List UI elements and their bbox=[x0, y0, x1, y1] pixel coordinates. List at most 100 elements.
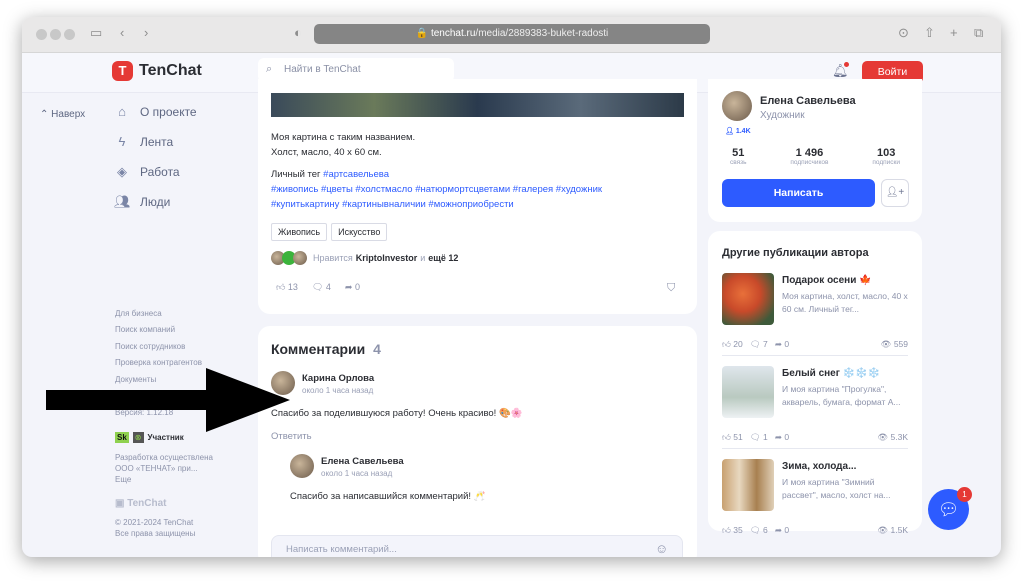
address-bar[interactable]: 🔒 tenchat.ru/media/2889383-buket-radosti bbox=[314, 24, 710, 44]
share-arrow-icon: ➦ bbox=[774, 432, 782, 442]
nav-label: Люди bbox=[140, 195, 171, 209]
forward-icon[interactable]: › bbox=[144, 25, 148, 40]
new-tab-icon[interactable]: + bbox=[950, 25, 958, 40]
eye-icon: 👁︎ bbox=[877, 432, 889, 442]
post-chips: Живопись Искусство bbox=[271, 222, 391, 241]
other-publications-card: Другие публикации автора Подарок осени 🍁… bbox=[708, 231, 922, 535]
pub-likes: 51 bbox=[733, 432, 743, 442]
sidebar-item-feed[interactable]: ϟ Лента bbox=[114, 134, 174, 149]
thumbs-up-icon: 👍︎ bbox=[722, 525, 731, 535]
chip-art[interactable]: Искусство bbox=[331, 223, 388, 241]
thumbs-up-icon: 👍︎ bbox=[722, 339, 731, 349]
briefcase-icon: ◈ bbox=[117, 164, 127, 179]
likes-summary[interactable]: Нравится KriptoInvestor и ещё 12 bbox=[271, 251, 458, 265]
share-arrow-icon: ➦ bbox=[774, 339, 782, 349]
skolkovo-emblem-icon: ⊗ bbox=[132, 432, 144, 443]
publication-desc: Моя картина, холст, масло, 40 х 60 см. Л… bbox=[782, 291, 908, 314]
comment-input[interactable]: Написать комментарий... bbox=[271, 535, 683, 557]
avatar[interactable] bbox=[290, 454, 314, 478]
back-to-top-label: Наверх bbox=[51, 109, 86, 120]
post-image[interactable] bbox=[271, 93, 684, 117]
comment-time: около 1 часа назад bbox=[302, 386, 374, 395]
stat-followers[interactable]: 1 496 подписчиков bbox=[790, 147, 828, 166]
sidebar-item-people[interactable]: 👥︎ Люди bbox=[114, 194, 170, 210]
chip-painting[interactable]: Живопись bbox=[271, 223, 328, 241]
download-icon[interactable]: ⊙ bbox=[898, 25, 909, 41]
comment-icon: 🗨︎ bbox=[749, 339, 761, 349]
publication-title: Подарок осени 🍁 bbox=[782, 275, 872, 286]
maximize-window-button[interactable] bbox=[64, 29, 75, 40]
close-window-button[interactable] bbox=[36, 29, 47, 40]
eye-icon: 👁︎ bbox=[877, 525, 889, 535]
sidebar-item-about[interactable]: ⌂ О проекте bbox=[114, 104, 197, 119]
comment-author[interactable]: Карина Орлова bbox=[302, 373, 374, 384]
back-icon[interactable]: ‹ bbox=[120, 25, 124, 40]
comment-time: около 1 часа назад bbox=[321, 469, 393, 478]
share-icon[interactable]: ⇧ bbox=[924, 25, 935, 41]
reply-button[interactable]: Ответить bbox=[271, 431, 312, 442]
share-button[interactable]: ➦ 0 bbox=[345, 282, 360, 293]
link-company-search[interactable]: Поиск компаний bbox=[115, 325, 175, 334]
emoji-icon[interactable]: ☺ bbox=[655, 541, 668, 556]
publication-thumbnail bbox=[722, 273, 774, 325]
developer-note: Разработка осуществлена ООО «ТЕНЧАТ» при.… bbox=[115, 452, 213, 485]
chat-unread-badge: 1 bbox=[957, 487, 972, 502]
link-employee-search[interactable]: Поиск сотрудников bbox=[115, 342, 185, 351]
personal-tag-link[interactable]: #артсавельева bbox=[323, 169, 389, 180]
thumbs-up-icon: 👍︎ bbox=[276, 282, 286, 292]
bookmark-icon[interactable]: ⛉ bbox=[667, 282, 675, 295]
tabs-overview-icon[interactable]: ⧉ bbox=[974, 25, 983, 41]
pub-likes: 35 bbox=[733, 525, 743, 535]
stat-label: связь bbox=[729, 159, 747, 166]
profile-role: Художник bbox=[760, 110, 805, 121]
hashtags-line[interactable]: #живопись #цветы #холстмасло #натюрмортс… bbox=[271, 182, 602, 197]
avatar bbox=[293, 251, 307, 265]
annotation-arrow-icon bbox=[46, 368, 290, 432]
liked-by-user[interactable]: KriptoInvestor bbox=[356, 253, 418, 263]
comment-author[interactable]: Елена Савельева bbox=[321, 456, 404, 467]
comment-button[interactable]: 🗨︎ 4 bbox=[312, 282, 331, 293]
home-icon: ⌂ bbox=[118, 104, 126, 119]
divider bbox=[722, 355, 908, 356]
post-line: Моя картина с таким названием. bbox=[271, 132, 416, 143]
likes-more[interactable]: ещё 12 bbox=[428, 253, 458, 263]
link-business[interactable]: Для бизнеса bbox=[115, 309, 162, 318]
publication-meta: 👍︎ 20 🗨︎ 7 ➦ 0 👁︎ 559 bbox=[722, 339, 908, 350]
minimize-window-button[interactable] bbox=[50, 29, 61, 40]
publication-title: Зима, холода... bbox=[782, 461, 857, 472]
likes-and: и bbox=[420, 253, 426, 263]
skolkovo-logo: Sk bbox=[115, 432, 129, 443]
pub-comments: 7 bbox=[763, 339, 768, 349]
pub-views: 559 bbox=[893, 339, 908, 349]
stat-value: 103 bbox=[877, 147, 896, 159]
comment-icon: 🗨︎ bbox=[749, 525, 761, 535]
more-link[interactable]: Еще bbox=[115, 474, 213, 485]
skolkovo-participant[interactable]: Sk ⊗ Участник bbox=[115, 432, 184, 443]
publication-desc: И моя картина "Прогулка", акварель, бума… bbox=[782, 384, 901, 407]
followers-badge-count: 1.4K bbox=[735, 128, 751, 135]
write-message-button[interactable]: Написать bbox=[722, 179, 875, 207]
profile-name[interactable]: Елена Савельева bbox=[760, 95, 856, 107]
link-counterparty-check[interactable]: Проверка контрагентов bbox=[115, 358, 202, 367]
footer-logo: ▣ TenChat bbox=[115, 498, 167, 509]
stat-following[interactable]: 103 подписки bbox=[872, 147, 900, 166]
sidebar-item-work[interactable]: ◈ Работа bbox=[114, 164, 180, 180]
people-icon: 👥︎ bbox=[114, 194, 131, 209]
add-contact-button[interactable]: 👤︎+ bbox=[881, 179, 909, 207]
publication-meta: 👍︎ 51 🗨︎ 1 ➦ 0 👁︎ 5.3K bbox=[722, 432, 908, 443]
logo[interactable]: T TenChat bbox=[112, 61, 202, 81]
hashtags-line[interactable]: #купитькартину #картинывналичии #можнопр… bbox=[271, 197, 602, 212]
url-path: /media/2889383-buket-radosti bbox=[475, 28, 609, 39]
like-button[interactable]: 👍︎ 13 bbox=[276, 282, 298, 293]
post-text: Моя картина с таким названием. Холст, ма… bbox=[271, 130, 602, 212]
stat-connections[interactable]: 51 связь bbox=[730, 147, 747, 166]
privacy-shield-icon[interactable]: ◐ bbox=[294, 25, 302, 40]
pub-comments: 1 bbox=[763, 432, 768, 442]
back-to-top-button[interactable]: ⌃ Наверх bbox=[40, 109, 85, 120]
profile-card: Елена Савельева Художник 👤︎ 1.4K 51 связь… bbox=[708, 79, 922, 222]
copyright-text: © 2021-2024 TenChat bbox=[115, 518, 194, 527]
sidebar-toggle-icon[interactable]: ▭ bbox=[90, 25, 102, 41]
post-line: Холст, масло, 40 х 60 см. bbox=[271, 147, 382, 158]
profile-avatar[interactable] bbox=[722, 91, 752, 121]
share-count: 0 bbox=[354, 282, 360, 292]
